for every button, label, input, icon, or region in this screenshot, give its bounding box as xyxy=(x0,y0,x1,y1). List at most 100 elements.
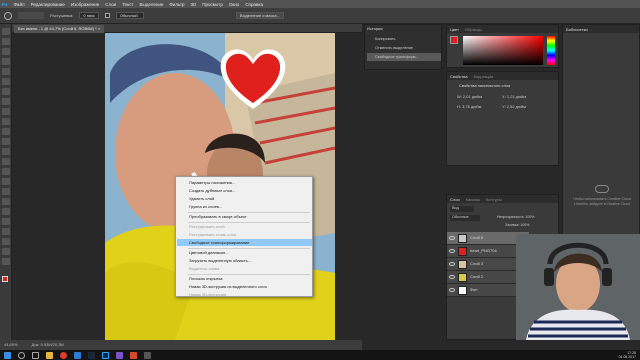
menu-view[interactable]: Просмотр xyxy=(202,2,223,7)
system-tray[interactable]: 17:28 04.08.2017 xyxy=(618,351,636,359)
select-and-mask-button[interactable]: Выделение и маска... xyxy=(235,12,284,19)
app-icon[interactable] xyxy=(144,351,151,359)
history-item[interactable]: Копировать xyxy=(367,35,441,43)
menu-edit[interactable]: Редактирование xyxy=(31,2,65,7)
context-menu-item: Новая 3D-экструзия xyxy=(189,292,227,297)
menu-3d[interactable]: 3D xyxy=(191,2,197,7)
tab-adjustments[interactable]: Коррекция xyxy=(474,74,494,79)
context-menu-item[interactable]: Цветовой диапазон... xyxy=(177,249,312,256)
eye-icon[interactable] xyxy=(449,236,455,240)
tool-icon[interactable] xyxy=(2,118,10,125)
properties-y[interactable]: Y: 2,52 дюйм xyxy=(502,104,526,109)
app-icon[interactable] xyxy=(130,351,137,359)
style-select[interactable]: Обычный xyxy=(115,12,144,19)
tab-swatches[interactable]: Образцы xyxy=(465,27,482,32)
context-menu-item[interactable]: Свободное трансформирование xyxy=(177,239,312,246)
foreground-color-swatch[interactable] xyxy=(2,276,8,282)
tool-icon[interactable] xyxy=(2,88,10,95)
app-icon[interactable] xyxy=(116,351,123,359)
eye-icon[interactable] xyxy=(449,249,455,253)
feather-input[interactable]: 0 пикс xyxy=(79,12,99,19)
tool-icon[interactable] xyxy=(2,98,10,105)
lasso-tool-icon[interactable] xyxy=(4,11,12,20)
tab-layers[interactable]: Слои xyxy=(450,197,460,202)
tool-icon[interactable] xyxy=(2,178,10,185)
steam-icon[interactable] xyxy=(88,351,95,359)
yandex-browser-icon[interactable] xyxy=(60,351,67,359)
tab-properties[interactable]: Свойства xyxy=(450,74,468,79)
explorer-icon[interactable] xyxy=(46,351,53,359)
opacity-field[interactable]: Непрозрачность: 100% xyxy=(497,215,534,219)
tab-color[interactable]: Цвет xyxy=(450,27,459,32)
layer-name[interactable]: heart_PNG704 xyxy=(470,248,497,253)
tool-icon[interactable] xyxy=(2,148,10,155)
layer-name[interactable]: Слой 5 xyxy=(470,235,483,240)
edge-icon[interactable] xyxy=(74,351,81,359)
context-menu-item[interactable]: Преобразовать в смарт-объект xyxy=(177,213,312,220)
photoshop-taskbar-icon[interactable] xyxy=(102,351,109,359)
tool-icon[interactable] xyxy=(2,138,10,145)
tool-icon[interactable] xyxy=(2,168,10,175)
antialias-checkbox[interactable] xyxy=(104,13,110,18)
menu-window[interactable]: Окно xyxy=(229,2,239,7)
context-menu-item[interactable]: Загрузить выделенную область... xyxy=(177,257,312,264)
context-menu-item[interactable]: Создать дубликат слоя... xyxy=(177,187,312,194)
close-icon[interactable]: × xyxy=(98,26,100,31)
fill-field[interactable]: Заливка: 100% xyxy=(505,223,529,227)
tool-icon[interactable] xyxy=(2,238,10,245)
layer-kind-filter[interactable]: Вид xyxy=(450,206,474,212)
menu-text[interactable]: Текст xyxy=(122,2,133,7)
layer-name[interactable]: Слой 2 xyxy=(470,274,483,279)
properties-h[interactable]: H: 3,76 дюйм xyxy=(457,104,481,109)
tool-icon[interactable] xyxy=(2,38,10,45)
tool-icon[interactable] xyxy=(2,208,10,215)
hue-slider[interactable] xyxy=(547,36,555,65)
context-menu-item[interactable]: Группа из слоев... xyxy=(177,203,312,210)
tool-icon[interactable] xyxy=(2,248,10,255)
windows-start-icon[interactable] xyxy=(4,351,11,359)
eye-icon[interactable] xyxy=(449,275,455,279)
menu-file[interactable]: Файл xyxy=(14,2,25,7)
layer-name[interactable]: Фон xyxy=(470,287,477,292)
tool-icon[interactable] xyxy=(2,68,10,75)
history-item-current[interactable]: Свободное трансформ... xyxy=(367,53,441,61)
tab-paths[interactable]: Контуры xyxy=(486,197,502,202)
tool-icon[interactable] xyxy=(2,188,10,195)
zoom-readout[interactable]: 44,69% xyxy=(4,342,18,348)
tool-icon[interactable] xyxy=(2,78,10,85)
tool-icon[interactable] xyxy=(2,28,10,35)
tab-libraries[interactable]: Библиотеки xyxy=(566,27,588,32)
menu-filter[interactable]: Фильтр xyxy=(169,2,184,7)
tool-icon[interactable] xyxy=(2,158,10,165)
tool-icon[interactable] xyxy=(2,228,10,235)
properties-x[interactable]: X: 1,21 дюйм xyxy=(502,94,526,99)
eye-icon[interactable] xyxy=(449,288,455,292)
document-tab[interactable]: Без имени - 1 @ 44,7% (Слой 5, RGB/8#) *… xyxy=(14,25,105,33)
tool-icon[interactable] xyxy=(2,128,10,135)
tool-icon[interactable] xyxy=(2,108,10,115)
context-menu-item[interactable]: Удалить слой xyxy=(177,195,312,202)
tab-channels[interactable]: Каналы xyxy=(466,197,480,202)
history-item[interactable]: Отменить выделение xyxy=(367,44,441,52)
menu-image[interactable]: Изображение xyxy=(71,2,99,7)
tool-icon[interactable] xyxy=(2,48,10,55)
context-menu-item[interactable]: Плоская открытка xyxy=(177,275,312,282)
properties-w[interactable]: W: 2,01 дюйм xyxy=(457,94,482,99)
eye-icon[interactable] xyxy=(449,262,455,266)
tool-icon[interactable] xyxy=(2,218,10,225)
selection-mode-icons[interactable] xyxy=(18,12,44,19)
search-icon[interactable] xyxy=(18,351,25,359)
layer-name[interactable]: Слой 3 xyxy=(470,261,483,266)
context-menu-item[interactable]: Новая 3D-экструзия из выделенного слоя xyxy=(177,283,312,290)
menu-select[interactable]: Выделение xyxy=(140,2,164,7)
tool-icon[interactable] xyxy=(2,258,10,265)
tool-icon[interactable] xyxy=(2,198,10,205)
context-menu-item[interactable]: Параметры наложения... xyxy=(177,179,312,186)
color-field[interactable] xyxy=(463,36,543,65)
blend-mode-select[interactable]: Обычные xyxy=(450,215,480,221)
menu-help[interactable]: Справка xyxy=(245,2,263,7)
task-view-icon[interactable] xyxy=(32,351,39,359)
tool-icon[interactable] xyxy=(2,58,10,65)
fg-swatch[interactable] xyxy=(450,36,458,44)
menu-layers[interactable]: Слои xyxy=(105,2,116,7)
